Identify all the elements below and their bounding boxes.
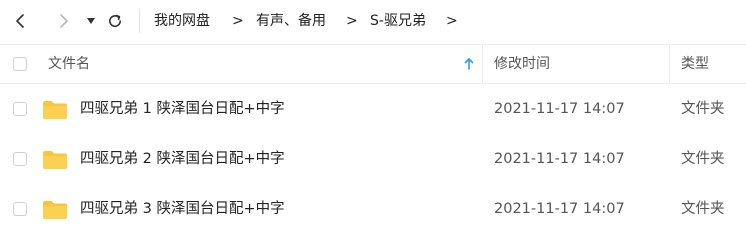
table-row[interactable]: 四驱兄弟 3 陕泽国台日配+中字 2021-11-17 14:07 文件夹 [0,184,746,234]
folder-icon [43,201,67,219]
modified-time: 2021-11-17 14:07 [494,101,625,117]
refresh-icon [109,14,122,28]
row-checkbox[interactable] [13,202,27,216]
file-type: 文件夹 [681,101,725,117]
breadcrumb-audio-backup[interactable]: 有声、备用 [256,11,326,31]
back-button[interactable] [8,8,34,34]
history-dropdown-button[interactable] [78,8,104,34]
file-name[interactable]: 四驱兄弟 3 陕泽国台日配+中字 [80,199,285,219]
select-all-checkbox[interactable] [13,57,27,71]
file-name[interactable]: 四驱兄弟 2 陕泽国台日配+中字 [80,149,285,169]
file-name[interactable]: 四驱兄弟 1 陕泽国台日配+中字 [80,99,285,119]
table-row[interactable]: 四驱兄弟 2 陕泽国台日配+中字 2021-11-17 14:07 文件夹 [0,134,746,184]
column-header-name[interactable]: 文件名 [48,55,90,73]
folder-icon [43,151,67,169]
nav-divider [139,9,140,33]
row-checkbox[interactable] [13,102,27,116]
arrow-up-icon[interactable] [464,58,474,70]
breadcrumb-separator: > [232,13,244,29]
row-checkbox[interactable] [13,152,27,166]
breadcrumb-separator: > [446,13,458,29]
table-row[interactable]: 四驱兄弟 1 陕泽国台日配+中字 2021-11-17 14:07 文件夹 [0,84,746,134]
breadcrumb-current-folder[interactable]: S-驱兄弟 [370,11,426,31]
file-type: 文件夹 [681,151,725,167]
breadcrumb-separator: > [346,13,358,29]
modified-time: 2021-11-17 14:07 [494,151,625,167]
breadcrumb-my-drive[interactable]: 我的网盘 [154,11,210,31]
chevron-left-icon [16,14,24,28]
folder-icon [43,101,67,119]
column-header-type[interactable]: 类型 [681,55,709,73]
caret-down-icon [87,18,95,24]
column-divider[interactable] [669,45,670,83]
refresh-button[interactable] [102,8,128,34]
modified-time: 2021-11-17 14:07 [494,201,625,217]
column-header-modified[interactable]: 修改时间 [494,55,550,73]
navigation-bar: 我的网盘 > 有声、备用 > S-驱兄弟 > [0,0,746,42]
file-type: 文件夹 [681,201,725,217]
column-divider[interactable] [482,45,483,83]
forward-button[interactable] [50,8,76,34]
chevron-right-icon [60,14,68,28]
table-header: 文件名 修改时间 类型 [0,44,746,84]
